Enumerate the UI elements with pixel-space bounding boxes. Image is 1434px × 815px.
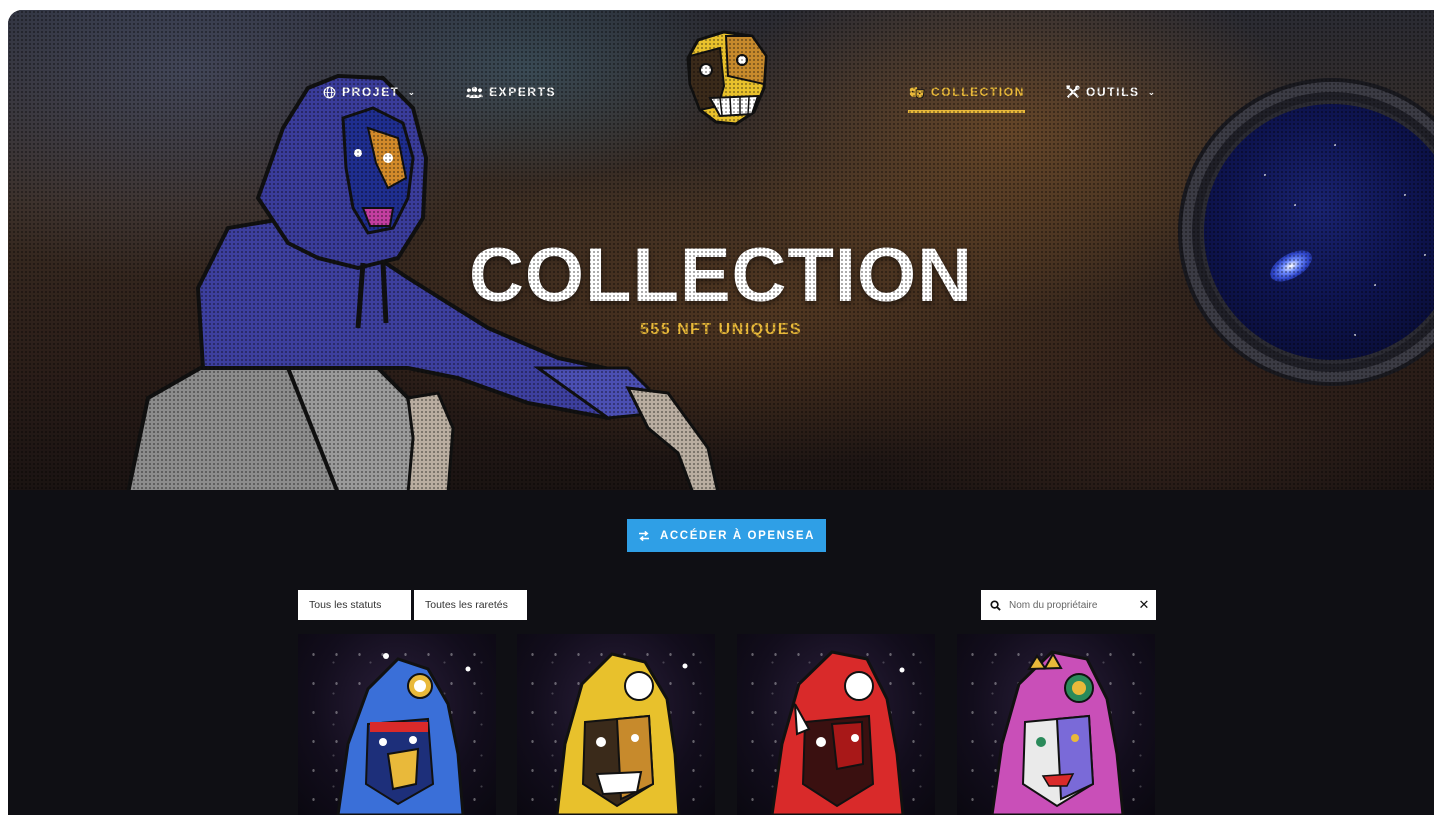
nft-card[interactable] bbox=[517, 634, 715, 815]
mask-icon bbox=[908, 85, 925, 99]
nav-projet-label: PROJET bbox=[342, 85, 400, 99]
nft-yellow-hood-image bbox=[555, 652, 688, 815]
chevron-down-icon: ⌄ bbox=[1147, 86, 1157, 97]
hero-banner: PROJET ⌄ EXPERTS COLLECTION OUTILS ⌄ COL… bbox=[8, 10, 1434, 490]
nav-collection-label: COLLECTION bbox=[931, 85, 1025, 99]
nav-outils[interactable]: OUTILS ⌄ bbox=[1066, 83, 1157, 101]
exchange-icon bbox=[638, 530, 650, 541]
nav-experts[interactable]: EXPERTS bbox=[465, 83, 556, 101]
rarity-filter-value: Toutes les raretés bbox=[425, 599, 508, 611]
active-underline bbox=[908, 110, 1025, 113]
owner-search-input[interactable] bbox=[1009, 599, 1133, 611]
search-icon bbox=[981, 599, 1009, 611]
close-icon[interactable]: ✕ bbox=[1133, 597, 1155, 613]
page-title: COLLECTION bbox=[469, 233, 973, 318]
globe-icon bbox=[322, 85, 336, 99]
nav-collection[interactable]: COLLECTION bbox=[908, 83, 1025, 113]
nft-card[interactable] bbox=[298, 634, 496, 815]
opensea-button-label: ACCÉDER À OPENSEA bbox=[660, 529, 815, 542]
users-icon bbox=[465, 85, 483, 99]
nft-pink-hood-image bbox=[990, 650, 1125, 815]
nft-card[interactable] bbox=[737, 634, 935, 815]
nft-card[interactable] bbox=[957, 634, 1155, 815]
opensea-button[interactable]: ACCÉDER À OPENSEA bbox=[627, 519, 826, 552]
chevron-down-icon: ⌄ bbox=[407, 86, 417, 97]
site-logo[interactable] bbox=[680, 26, 772, 128]
status-filter-value: Tous les statuts bbox=[309, 599, 382, 611]
rarity-filter-select[interactable]: Toutes les raretés bbox=[414, 590, 527, 620]
nav-projet[interactable]: PROJET ⌄ bbox=[322, 83, 417, 101]
page-frame: PROJET ⌄ EXPERTS COLLECTION OUTILS ⌄ COL… bbox=[8, 10, 1434, 815]
nav-outils-label: OUTILS bbox=[1086, 85, 1140, 99]
owner-search-box: ✕ bbox=[981, 590, 1156, 620]
nft-red-hood-image bbox=[770, 650, 905, 815]
nav-experts-label: EXPERTS bbox=[489, 85, 557, 99]
tools-icon bbox=[1066, 85, 1080, 99]
nft-blue-hood-image bbox=[336, 653, 471, 815]
status-filter-select[interactable]: Tous les statuts bbox=[298, 590, 411, 620]
page-subtitle: 555 NFT UNIQUES bbox=[639, 321, 803, 338]
